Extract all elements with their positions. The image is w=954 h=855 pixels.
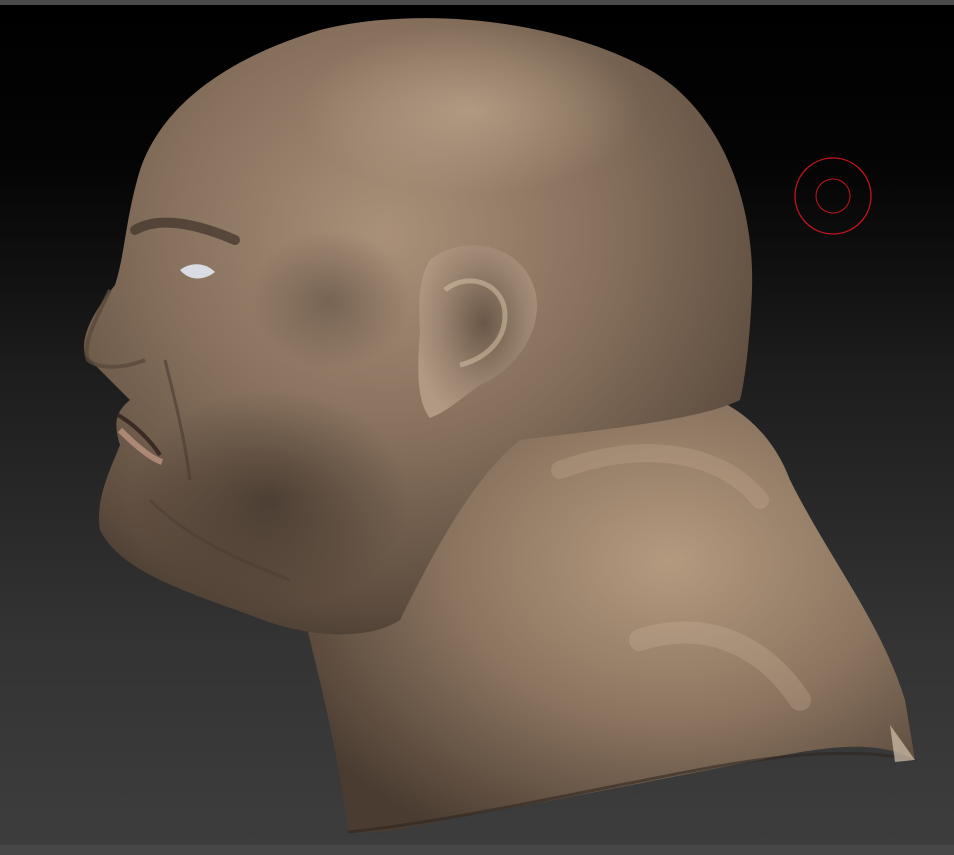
sculpt-model <box>84 18 916 834</box>
sculpt-app <box>0 0 954 855</box>
bottom-toolbar-edge <box>0 845 954 855</box>
viewport-canvas[interactable] <box>0 5 954 845</box>
